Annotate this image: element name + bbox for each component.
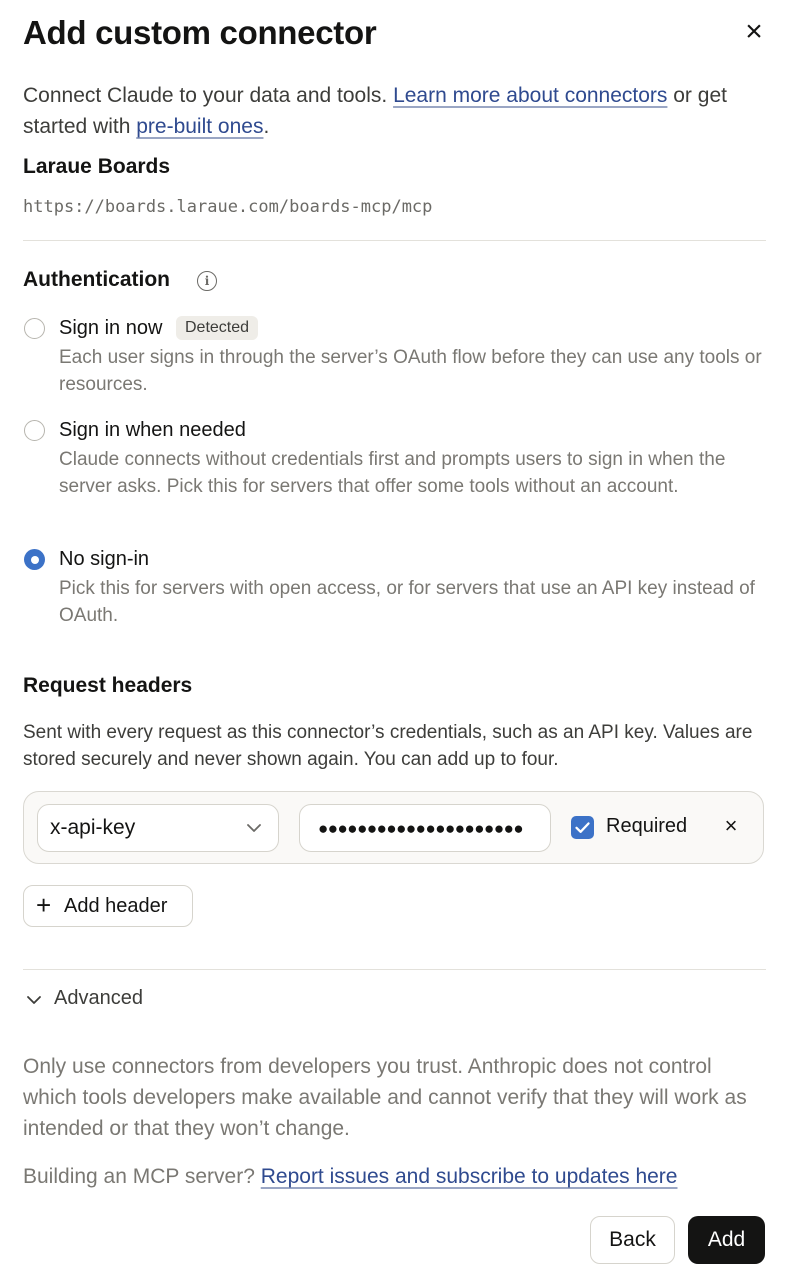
required-label[interactable]: Required bbox=[606, 815, 687, 838]
add-header-label: Add header bbox=[64, 895, 168, 917]
request-headers-description: Sent with every request as this connecto… bbox=[23, 722, 753, 770]
info-icon[interactable]: i bbox=[197, 271, 217, 291]
check-icon bbox=[575, 822, 590, 833]
back-button[interactable]: Back bbox=[590, 1216, 675, 1264]
required-checkbox[interactable] bbox=[571, 816, 594, 839]
remove-header-icon[interactable]: × bbox=[720, 814, 742, 838]
building-text: Building an MCP server? bbox=[23, 1165, 261, 1188]
option-label-no-sign-in[interactable]: No sign-in bbox=[59, 548, 149, 571]
prebuilt-link[interactable]: pre-built ones bbox=[136, 115, 263, 138]
header-name-value: x-api-key bbox=[50, 816, 136, 839]
close-icon[interactable]: × bbox=[740, 17, 768, 47]
advanced-label: Advanced bbox=[54, 987, 143, 1009]
intro-text-before: Connect Claude to your data and tools. bbox=[23, 84, 394, 107]
chevron-down-icon bbox=[27, 996, 41, 1004]
divider bbox=[23, 240, 766, 241]
option-label-sign-in-when-needed[interactable]: Sign in when needed bbox=[59, 419, 246, 442]
chevron-down-icon bbox=[247, 824, 261, 832]
header-value-masked: ●●●●●●●●●●●●●●●●●●●●● bbox=[318, 819, 524, 838]
server-name: Laraue Boards bbox=[23, 155, 171, 178]
learn-more-link[interactable]: Learn more about connectors bbox=[393, 84, 667, 107]
option-description-sign-in-now: Each user signs in through the server’s … bbox=[59, 347, 762, 395]
add-button[interactable]: Add bbox=[688, 1216, 765, 1264]
add-header-button[interactable]: + Add header bbox=[23, 885, 193, 927]
intro-text: Connect Claude to your data and tools. L… bbox=[23, 80, 768, 142]
option-description-sign-in-when-needed: Claude connects without credentials firs… bbox=[59, 449, 726, 497]
authentication-title: Authentication bbox=[23, 268, 170, 291]
radio-no-sign-in[interactable] bbox=[24, 549, 45, 570]
plus-icon: + bbox=[36, 890, 52, 920]
dialog-title: Add custom connector bbox=[23, 14, 377, 51]
detected-badge: Detected bbox=[176, 316, 259, 340]
divider bbox=[23, 969, 766, 970]
request-headers-title: Request headers bbox=[23, 674, 193, 697]
header-value-input[interactable]: ●●●●●●●●●●●●●●●●●●●●● bbox=[299, 804, 551, 852]
option-label-sign-in-now[interactable]: Sign in now bbox=[59, 317, 162, 340]
trust-warning: Only use connectors from developers you … bbox=[23, 1055, 747, 1140]
server-url: https://boards.laraue.com/boards-mcp/mcp bbox=[23, 197, 433, 217]
building-mcp-text: Building an MCP server? Report issues an… bbox=[23, 1161, 768, 1192]
radio-sign-in-when-needed[interactable] bbox=[24, 420, 45, 441]
intro-text-after: . bbox=[263, 115, 270, 138]
option-description-no-sign-in: Pick this for servers with open access, … bbox=[59, 578, 755, 626]
radio-sign-in-now[interactable] bbox=[24, 318, 45, 339]
report-issues-link[interactable]: Report issues and subscribe to updates h… bbox=[261, 1165, 678, 1188]
header-name-select[interactable]: x-api-key bbox=[37, 804, 279, 852]
